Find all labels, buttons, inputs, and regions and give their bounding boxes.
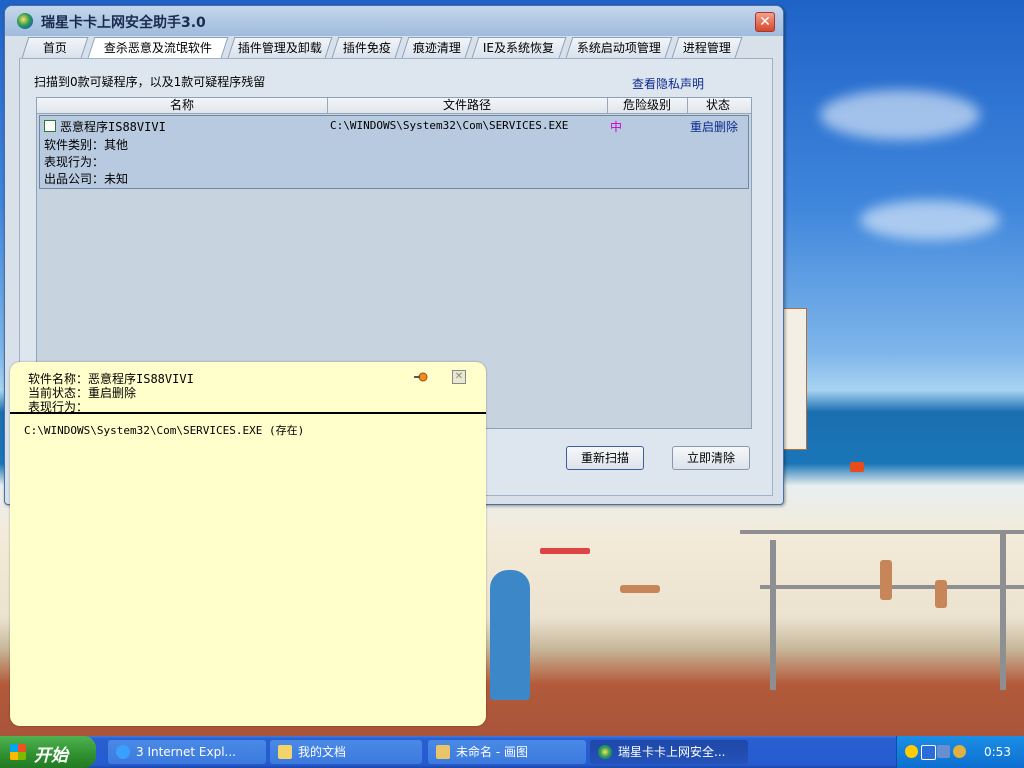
scan-summary: 扫描到0款可疑程序，以及1款可疑程序残留 (34, 75, 266, 89)
clean-now-button[interactable]: 立即清除 (672, 446, 750, 470)
pin-icon[interactable] (414, 372, 428, 382)
start-button[interactable]: 开始 (0, 736, 96, 768)
popup-close-button[interactable]: ✕ (452, 370, 466, 384)
row-behavior: 表现行为： (44, 155, 105, 169)
paint-icon (436, 745, 450, 759)
cloud-shape (860, 200, 1000, 240)
beach-person (620, 585, 660, 593)
tab-ie-restore[interactable]: IE及系统恢复 (471, 37, 567, 58)
column-risk-level[interactable]: 危险级别 (607, 98, 688, 113)
tab-startup-management[interactable]: 系统启动项管理 (565, 37, 673, 58)
tab-label: IE及系统恢复 (483, 41, 555, 55)
handrail (760, 585, 1024, 589)
close-button[interactable]: ✕ (755, 12, 775, 32)
task-label: 未命名 - 画图 (456, 745, 528, 759)
monitor-icon[interactable] (937, 745, 950, 758)
list-header: 名称 文件路径 危险级别 状态 (37, 98, 751, 114)
clock[interactable]: 0:53 (984, 745, 1011, 759)
tab-label: 进程管理 (682, 41, 731, 55)
folder-icon (278, 745, 292, 759)
tab-malware-scan[interactable]: 查杀恶意及流氓软件 (87, 37, 229, 58)
popup-path: C:\WINDOWS\System32\Com\SERVICES.EXE (存在… (24, 424, 305, 437)
privacy-link[interactable]: 查看隐私声明 (632, 75, 704, 92)
tab-label: 首页 (42, 41, 67, 55)
info-popup: 软件名称：恶意程序IS88VIVI 当前状态：重启删除 表现行为： ✕ C:\W… (10, 362, 486, 726)
tab-label: 插件管理及卸载 (237, 41, 322, 55)
tab-process-management[interactable]: 进程管理 (671, 37, 743, 58)
task-my-documents[interactable]: 我的文档 (270, 740, 422, 764)
window-title: 瑞星卡卡上网安全助手3.0 (41, 15, 206, 31)
table-row[interactable]: 恶意程序IS88VIVI C:\WINDOWS\System32\Com\SER… (39, 115, 749, 189)
task-paint[interactable]: 未命名 - 画图 (428, 740, 586, 764)
row-name: 恶意程序IS88VIVI (60, 120, 166, 134)
beach-flag (850, 462, 864, 472)
task-rising-kaka[interactable]: 瑞星卡卡上网安全... (590, 740, 748, 764)
title-bar[interactable]: 瑞星卡卡上网安全助手3.0 ✕ (5, 6, 783, 36)
task-label: 我的文档 (298, 745, 347, 759)
tab-label: 痕迹清理 (412, 41, 461, 55)
cloud-shape (820, 90, 980, 140)
task-label: 3 Internet Expl... (136, 745, 236, 759)
ie-icon (116, 745, 130, 759)
handrail-post (1000, 530, 1006, 690)
network-icon[interactable] (921, 745, 936, 760)
tab-label: 插件免疫 (342, 41, 391, 55)
start-label: 开始 (34, 746, 68, 766)
tab-label: 系统启动项管理 (576, 41, 661, 55)
handrail (740, 530, 1024, 534)
system-tray: 0:53 (896, 736, 1024, 768)
column-name[interactable]: 名称 (37, 98, 328, 113)
tab-plugin-management[interactable]: 插件管理及卸载 (227, 37, 333, 58)
volume-icon[interactable] (953, 745, 966, 758)
taskbar: 开始 3 Internet Expl... 我的文档 未命名 - 画图 瑞星卡卡… (0, 736, 1024, 768)
beach-person (935, 580, 947, 608)
rescan-button[interactable]: 重新扫描 (566, 446, 644, 470)
popup-divider (10, 412, 486, 414)
tab-label: 查杀恶意及流氓软件 (103, 41, 212, 55)
row-path: C:\WINDOWS\System32\Com\SERVICES.EXE (330, 119, 569, 132)
column-status[interactable]: 状态 (687, 98, 749, 113)
row-risk-level: 中 (610, 120, 623, 134)
task-internet-explorer[interactable]: 3 Internet Expl... (108, 740, 266, 764)
row-status[interactable]: 重启删除 (690, 118, 738, 135)
row-checkbox[interactable] (44, 120, 56, 132)
column-path[interactable]: 文件路径 (327, 98, 608, 113)
row-category: 软件类别：其他 (44, 138, 129, 152)
handrail-post (770, 540, 776, 690)
beach-towel (540, 548, 590, 554)
rising-logo-icon (17, 13, 33, 29)
tab-home[interactable]: 首页 (21, 37, 89, 58)
row-publisher: 出品公司：未知 (44, 172, 129, 186)
tab-bar: 首页 查杀恶意及流氓软件 插件管理及卸载 插件免疫 痕迹清理 IE及系统恢复 系… (19, 37, 771, 59)
qq-icon[interactable] (905, 745, 918, 758)
windows-logo-icon (10, 744, 26, 760)
tab-plugin-immunity[interactable]: 插件免疫 (331, 37, 403, 58)
rising-logo-icon (598, 745, 612, 759)
seated-person (490, 570, 530, 700)
task-label: 瑞星卡卡上网安全... (618, 745, 726, 759)
beach-sign (783, 308, 807, 450)
tab-trace-cleanup[interactable]: 痕迹清理 (401, 37, 473, 58)
beach-person (880, 560, 892, 600)
